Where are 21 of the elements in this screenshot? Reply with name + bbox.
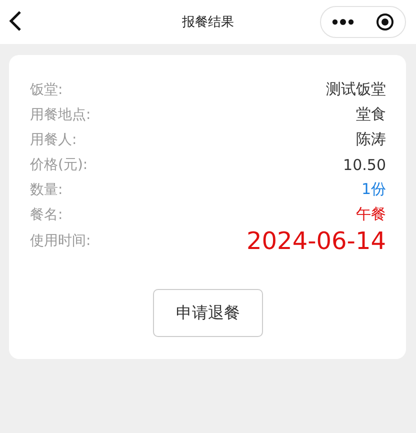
field-value: 10.50 xyxy=(343,156,386,174)
close-button[interactable] xyxy=(376,13,394,31)
field-label: 饭堂: xyxy=(30,80,63,98)
field-value: 堂食 xyxy=(356,105,386,124)
field-label: 使用时间: xyxy=(30,232,91,250)
field-value: 2024-06-14 xyxy=(246,227,386,255)
field-label: 价格(元): xyxy=(30,156,88,174)
more-button[interactable] xyxy=(332,19,354,25)
field-value: 陈涛 xyxy=(356,130,386,149)
field-value: 1份 xyxy=(361,180,386,199)
target-icon xyxy=(376,13,394,31)
back-icon xyxy=(8,10,22,32)
field-value: 测试饭堂 xyxy=(326,80,386,99)
refund-button[interactable]: 申请退餐 xyxy=(153,289,263,337)
field-label: 餐名: xyxy=(30,206,63,224)
field-label: 用餐地点: xyxy=(30,106,91,124)
field-value: 午餐 xyxy=(356,205,386,224)
field-label: 数量: xyxy=(30,180,63,198)
field-label: 用餐人: xyxy=(30,130,77,148)
more-icon xyxy=(332,19,354,25)
page-title: 报餐结果 xyxy=(182,14,234,31)
